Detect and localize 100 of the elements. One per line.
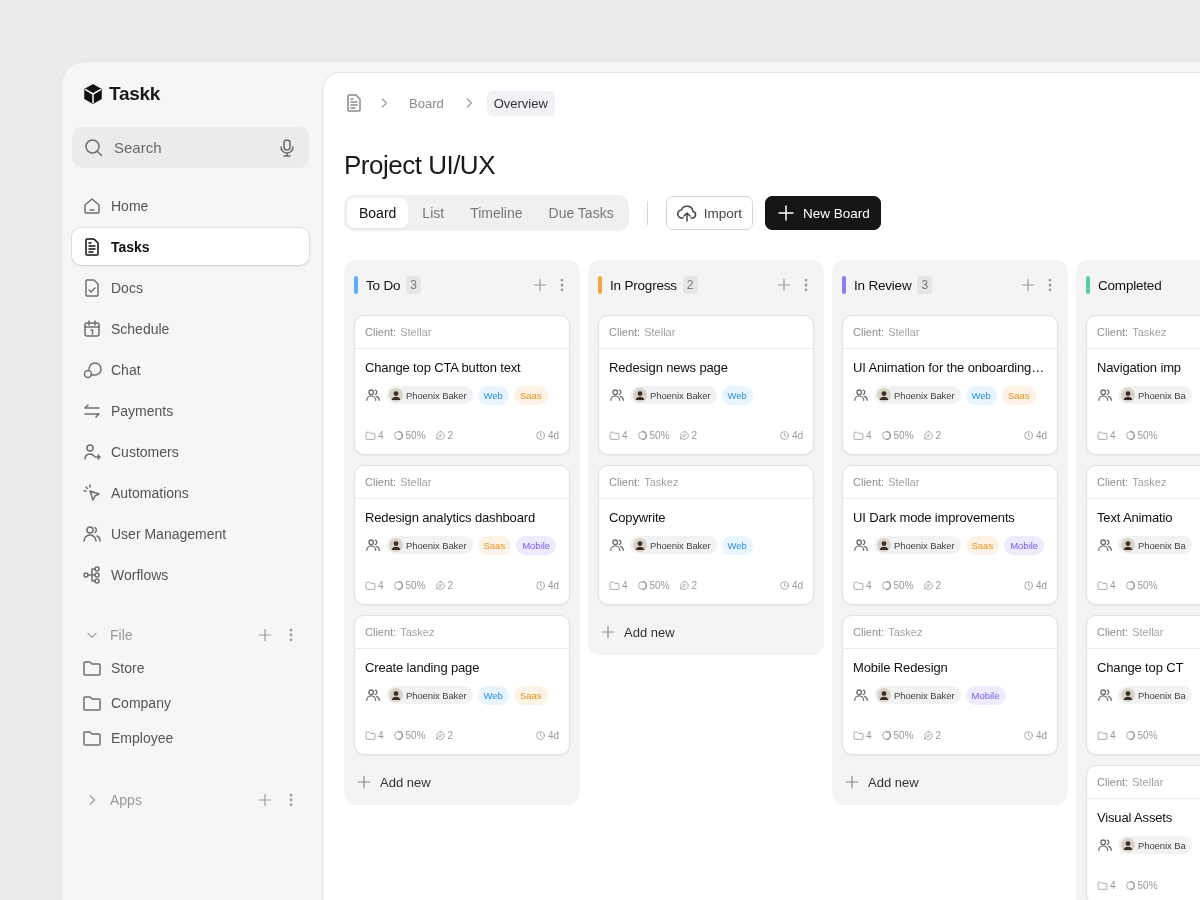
folder-icon xyxy=(609,580,620,591)
assignee-chip[interactable]: Phoenix Baker xyxy=(386,386,473,404)
customers-icon xyxy=(82,441,102,462)
client-label: Client: xyxy=(1097,776,1129,788)
plus-icon[interactable] xyxy=(532,277,548,293)
column-title: In Progress xyxy=(610,277,677,293)
nav-item[interactable]: User Management xyxy=(72,515,309,552)
plus-icon[interactable] xyxy=(257,792,273,808)
assignee-chip[interactable]: Phoenix Ba xyxy=(1118,836,1192,854)
task-card[interactable]: Client: Stellar Redesign analytics dashboard Phoenix Baker Saas Mobile 4 50% 2 4d xyxy=(354,465,570,605)
plus-icon[interactable] xyxy=(257,627,273,643)
nav-item[interactable]: Chat xyxy=(72,351,309,388)
view-tab[interactable]: Timeline xyxy=(458,198,535,228)
meta-count: 50% xyxy=(893,580,914,591)
document-icon xyxy=(82,236,102,257)
task-card[interactable]: Client: Stellar Change top CTA button text Phoenix Baker Web Saas 4 50% 2 4d xyxy=(354,315,570,455)
nav-item[interactable]: Payments xyxy=(72,392,309,429)
client-name: Stellar xyxy=(400,326,432,338)
tag: Web xyxy=(965,385,997,405)
meta-count: 4 xyxy=(622,430,628,441)
client-label: Client: xyxy=(609,326,641,338)
people-icon xyxy=(365,687,381,703)
clock-icon xyxy=(1022,580,1034,591)
assignee-chip[interactable]: Phoenix Ba xyxy=(1118,536,1192,554)
assignee-chip[interactable]: Phoenix Baker xyxy=(386,686,473,704)
client-label: Client: xyxy=(1097,476,1129,488)
assignee-chip[interactable]: Phoenix Baker xyxy=(386,536,473,554)
assignee-chip[interactable]: Phoenix Baker xyxy=(874,686,961,704)
assignee-chip[interactable]: Phoenix Baker xyxy=(874,536,961,554)
plus-icon xyxy=(775,203,796,223)
add-new-button[interactable]: Add new xyxy=(842,769,921,795)
search-bar[interactable]: Search xyxy=(72,127,309,168)
comment-icon xyxy=(922,430,934,441)
task-card[interactable]: Client: Stellar Change top CT Phoenix Ba 4 50% xyxy=(1086,615,1200,755)
avatar-icon xyxy=(1121,838,1135,852)
folder-item[interactable]: Employee xyxy=(72,720,309,755)
search-field[interactable]: Search xyxy=(112,138,269,157)
task-card[interactable]: Client: Taskez Copywrite Phoenix Baker Web 4 50% 2 4d xyxy=(598,465,814,605)
task-card[interactable]: Client: Taskez Navigation imp Phoenix Ba 4 50% xyxy=(1086,315,1200,455)
task-card[interactable]: Client: Taskez Text Animatio Phoenix Ba 4 50% xyxy=(1086,465,1200,605)
plus-icon[interactable] xyxy=(1020,277,1036,293)
add-new-button[interactable]: Add new xyxy=(598,619,677,645)
view-tab[interactable]: Board xyxy=(347,198,409,228)
assignee-chip[interactable]: Phoenix Ba xyxy=(1118,386,1192,404)
nav-item[interactable]: Customers xyxy=(72,433,309,470)
avatar-icon xyxy=(1121,388,1135,402)
meta-count: 4d xyxy=(547,730,559,741)
task-card[interactable]: Client: Stellar Redesign news page Phoenix Baker Web 4 50% 2 4d xyxy=(598,315,814,455)
meta-count: 2 xyxy=(935,430,942,441)
client-label: Client: xyxy=(853,476,885,488)
column-title: To Do xyxy=(366,277,401,293)
avatar-icon xyxy=(633,538,647,552)
calendar-icon xyxy=(82,318,102,339)
nav-item[interactable]: Tasks xyxy=(72,228,309,265)
client-name: Stellar xyxy=(644,326,676,338)
task-card[interactable]: Client: Stellar UI Dark mode improvements Phoenix Baker Saas Mobile 4 50% 2 4d xyxy=(842,465,1058,605)
column-title: In Review xyxy=(854,277,912,293)
view-tab[interactable]: List xyxy=(410,198,457,228)
search-icon xyxy=(84,137,104,158)
task-title: Change top CTA button text xyxy=(365,359,522,377)
breadcrumb-link[interactable]: Board xyxy=(402,90,451,116)
assignee-chip[interactable]: Phoenix Ba xyxy=(1118,686,1192,704)
nav-item[interactable]: Automations xyxy=(72,474,309,511)
folder-item[interactable]: Store xyxy=(72,650,309,685)
nav-item[interactable]: Schedule xyxy=(72,310,309,347)
clock-icon xyxy=(1022,730,1034,741)
meta-count: 4 xyxy=(622,580,628,591)
tag: Saas xyxy=(965,535,1000,555)
tag: Web xyxy=(721,385,753,405)
view-tab[interactable]: Due Tasks xyxy=(536,198,626,228)
assignee-chip[interactable]: Phoenix Baker xyxy=(630,536,717,554)
progress-icon xyxy=(1124,430,1136,441)
people-icon xyxy=(609,387,625,403)
plus-icon[interactable] xyxy=(776,277,792,293)
nav-item[interactable]: Worflows xyxy=(72,556,309,593)
client-name: Stellar xyxy=(1132,626,1164,638)
assignee-chip[interactable]: Phoenix Baker xyxy=(874,386,961,404)
add-new-button[interactable]: Add new xyxy=(354,769,433,795)
people-icon xyxy=(1097,687,1113,703)
comment-icon xyxy=(922,730,934,741)
avatar-icon xyxy=(877,538,891,552)
folder-icon xyxy=(365,730,376,741)
task-card[interactable]: Client: Taskez Create landing page Phoenix Baker Web Saas 4 50% 2 4d xyxy=(354,615,570,755)
nav-item[interactable]: Docs xyxy=(72,269,309,306)
meta-count: 50% xyxy=(1137,430,1158,441)
assignee-chip[interactable]: Phoenix Baker xyxy=(630,386,717,404)
meta-count: 4 xyxy=(866,730,872,741)
task-card[interactable]: Client: Taskez Mobile Redesign Phoenix Baker Mobile 4 50% 2 4d xyxy=(842,615,1058,755)
task-card[interactable]: Client: Stellar Visual Assets Phoenix Ba 4 50% xyxy=(1086,765,1200,900)
task-card[interactable]: Client: Stellar UI Animation for the onboarding… Phoenix Baker Web Saas 4 50% 2 4d xyxy=(842,315,1058,455)
meta-count: 4 xyxy=(378,730,384,741)
progress-icon xyxy=(880,430,892,441)
people-icon xyxy=(1097,837,1113,853)
nav-item[interactable]: Home xyxy=(72,187,309,224)
new-board-button[interactable]: New Board xyxy=(764,196,881,230)
import-button[interactable]: Import xyxy=(665,196,753,230)
breadcrumb-link[interactable]: Overview xyxy=(486,90,555,116)
client-name: Taskez xyxy=(400,626,435,638)
folder-item[interactable]: Company xyxy=(72,685,309,720)
people-icon xyxy=(609,537,625,553)
